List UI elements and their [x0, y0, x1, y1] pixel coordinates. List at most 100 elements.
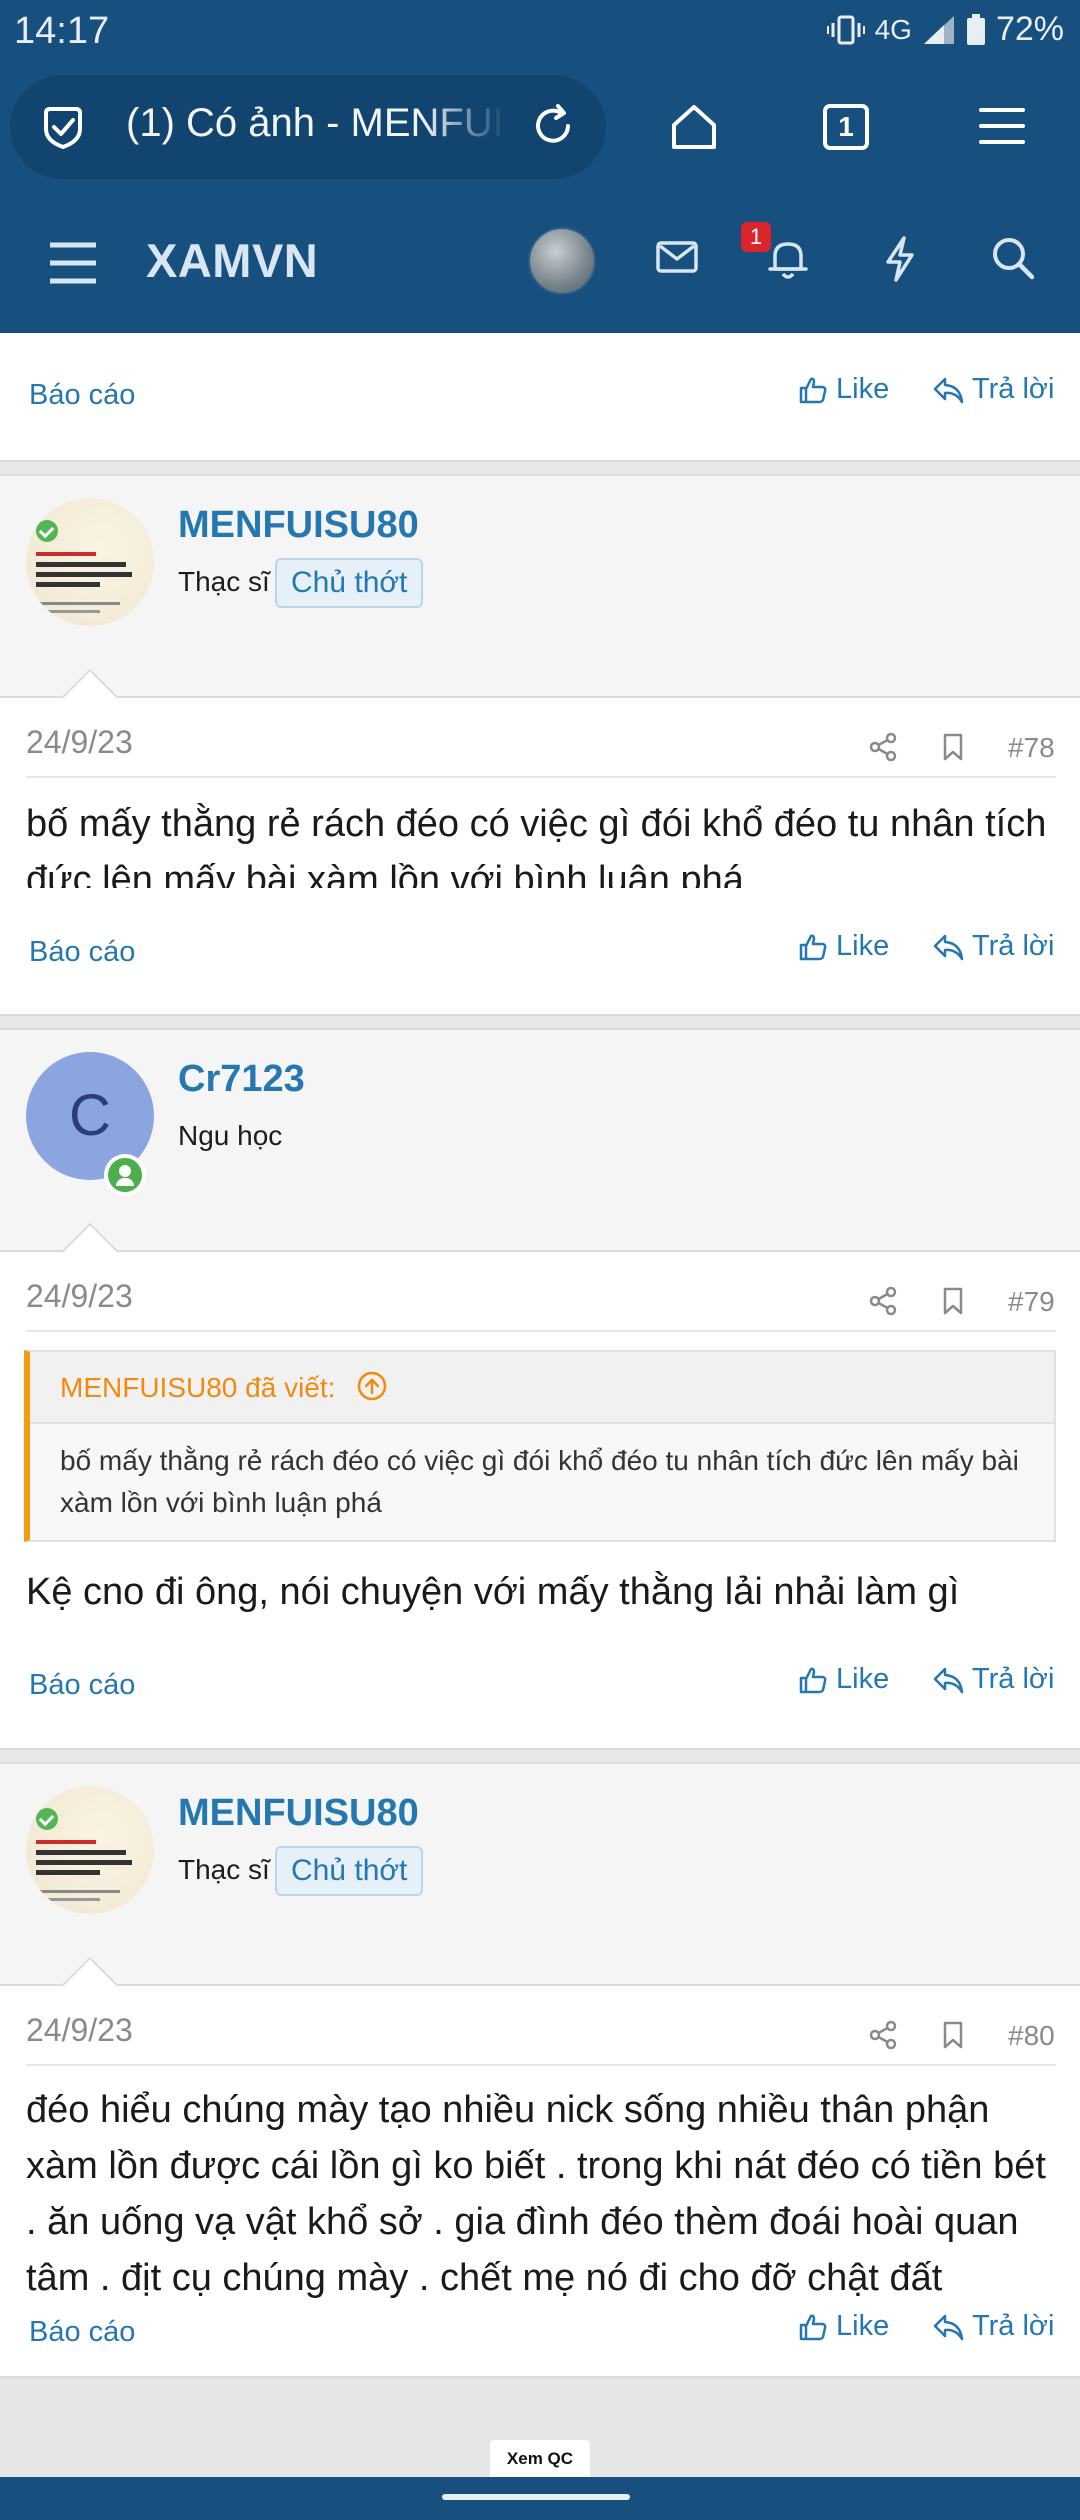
post-date[interactable]: 24/9/23 — [26, 2012, 133, 2049]
meta-divider — [26, 776, 1056, 778]
quote-block: MENFUISU80 đã viết: bố mấy thằng rẻ rách… — [24, 1350, 1056, 1542]
post-body: Kệ cno đi ông, nói chuyện với mấy thằng … — [26, 1571, 960, 1613]
network-type: 4G — [874, 13, 912, 45]
share-icon[interactable] — [868, 1286, 898, 1316]
tab-switcher-button[interactable]: 1 — [823, 104, 869, 150]
divider — [0, 1984, 1080, 1986]
quote-header[interactable]: MENFUISU80 đã viết: — [30, 1352, 1054, 1424]
author-avatar[interactable] — [26, 498, 154, 626]
battery-percent: 72% — [995, 10, 1064, 48]
shield-check-icon[interactable] — [40, 103, 86, 151]
divider — [0, 1250, 1080, 1252]
reply-button[interactable]: Trả lời — [932, 930, 1054, 963]
reply-icon — [933, 1667, 964, 1693]
post-meta: 24/9/23 #80 — [0, 2002, 1080, 2062]
author-name[interactable]: Cr7123 — [178, 1058, 305, 1101]
report-link[interactable]: Báo cáo — [29, 1669, 135, 1702]
hamburger-menu-icon[interactable] — [48, 241, 98, 285]
reply-label: Trả lời — [972, 930, 1055, 962]
post-actions: Báo cáo Like Trả lời — [0, 2304, 1080, 2364]
report-link[interactable]: Báo cáo — [29, 936, 135, 969]
reply-icon — [933, 377, 964, 403]
reply-button[interactable]: Trả lời — [932, 2310, 1054, 2343]
post-separator — [0, 1016, 1080, 1028]
post-actions: Báo cáo Like Trả lời — [0, 924, 1080, 984]
share-icon[interactable] — [868, 732, 898, 762]
menu-icon[interactable] — [979, 106, 1025, 146]
like-label: Like — [836, 373, 890, 405]
like-button[interactable]: Like — [798, 930, 889, 963]
post-date[interactable]: 24/9/23 — [26, 724, 133, 761]
reply-button[interactable]: Trả lời — [932, 373, 1054, 406]
post-separator — [0, 1750, 1080, 1762]
like-button[interactable]: Like — [798, 373, 889, 406]
post-separator — [0, 462, 1080, 474]
share-icon[interactable] — [868, 2020, 898, 2050]
report-link[interactable]: Báo cáo — [29, 379, 135, 412]
author-avatar[interactable] — [26, 1786, 154, 1914]
post-date[interactable]: 24/9/23 — [26, 1278, 133, 1315]
user-title: Thạc sĩ — [178, 1854, 270, 1885]
post-number[interactable]: #80 — [1008, 2020, 1055, 2052]
search-icon[interactable] — [990, 235, 1036, 281]
home-gesture-handle[interactable] — [442, 2494, 630, 2500]
post-number[interactable]: #78 — [1008, 732, 1055, 764]
post-number[interactable]: #79 — [1008, 1286, 1055, 1318]
divider — [0, 2376, 1080, 2378]
post-actions: Báo cáo Like Trả lời — [0, 1657, 1080, 1717]
report-link[interactable]: Báo cáo — [29, 2316, 135, 2349]
user-avatar[interactable] — [528, 227, 596, 295]
reply-label: Trả lời — [972, 373, 1055, 405]
author-name[interactable]: MENFUISU80 — [178, 504, 419, 547]
site-logo[interactable]: XAMVN — [146, 233, 318, 288]
online-status-icon — [104, 1154, 146, 1196]
post-meta: 24/9/23 #78 — [0, 714, 1080, 774]
post-actions: Báo cáo Like Trả lời — [0, 367, 1080, 427]
post-author-block: MENFUISU80 Thạc sĩ Chủ thớt — [0, 1764, 1080, 1984]
user-title: Thạc sĩ — [178, 566, 270, 597]
reply-button[interactable]: Trả lời — [932, 1663, 1054, 1696]
reply-label: Trả lời — [972, 1663, 1055, 1695]
top-bar: 14:17 4G 72% (1) Có ảnh - MENFUISU80 1 X… — [0, 0, 1080, 333]
like-button[interactable]: Like — [798, 1663, 889, 1696]
post-body: đéo hiểu chúng mày tạo nhiều nick sống n… — [26, 2089, 1046, 2299]
bookmark-icon[interactable] — [940, 2020, 966, 2050]
post-author-block: C Cr7123 Ngu học — [0, 1030, 1080, 1250]
quote-text: bố mấy thằng rẻ rách đéo có việc gì đói … — [60, 1445, 1019, 1518]
thread-starter-badge: Chủ thớt — [275, 1846, 424, 1896]
thumbs-up-icon — [799, 934, 827, 960]
user-title: Ngu học — [178, 1120, 283, 1151]
bookmark-icon[interactable] — [940, 1286, 966, 1316]
reload-icon[interactable] — [528, 101, 578, 151]
post-79-footer: Báo cáo Like Trả lời — [0, 1620, 1080, 1748]
site-header: XAMVN 1 — [0, 205, 1080, 333]
like-label: Like — [836, 1663, 890, 1695]
meta-divider — [26, 1330, 1056, 1332]
bookmark-icon[interactable] — [940, 732, 966, 762]
like-button[interactable]: Like — [798, 2310, 889, 2343]
flash-icon[interactable] — [882, 235, 918, 283]
go-to-quoted-post-icon[interactable] — [356, 1370, 388, 1402]
vibrate-icon — [826, 15, 865, 44]
battery-icon — [966, 13, 985, 45]
previous-post-footer: Báo cáo Like Trả lời — [0, 333, 1080, 460]
page-title-url[interactable]: (1) Có ảnh - MENFUISU80 — [126, 101, 506, 146]
ad-label[interactable]: Xem QC — [490, 2440, 590, 2478]
quote-author[interactable]: MENFUISU80 đã viết: — [60, 1372, 335, 1404]
status-bar: 14:17 4G 72% — [0, 0, 1080, 64]
home-icon[interactable] — [669, 103, 719, 151]
meta-divider — [26, 2064, 1056, 2066]
like-label: Like — [836, 2310, 890, 2342]
author-name[interactable]: MENFUISU80 — [178, 1792, 419, 1835]
inbox-icon[interactable] — [655, 239, 699, 275]
post-meta: 24/9/23 #79 — [0, 1268, 1080, 1328]
url-bar[interactable]: (1) Có ảnh - MENFUISU80 — [10, 75, 606, 179]
thumbs-up-icon — [799, 2314, 827, 2340]
status-time: 14:17 — [14, 10, 110, 52]
bell-icon[interactable] — [767, 237, 809, 281]
thread-starter-badge: Chủ thớt — [275, 558, 424, 608]
divider — [0, 696, 1080, 698]
thumbs-up-icon — [799, 377, 827, 403]
reply-icon — [933, 934, 964, 960]
navigation-bar — [0, 2477, 1080, 2520]
